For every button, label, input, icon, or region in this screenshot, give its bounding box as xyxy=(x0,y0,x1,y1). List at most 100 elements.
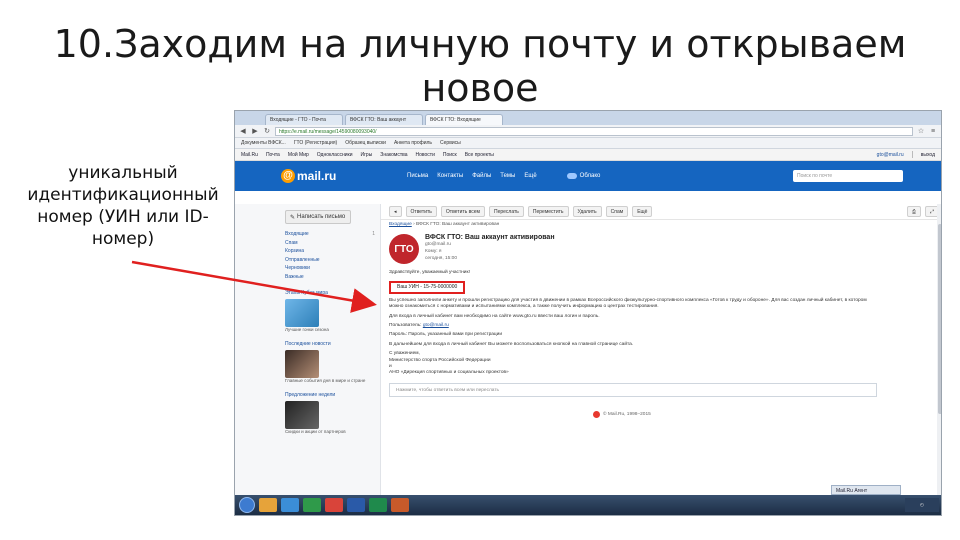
browser-tab[interactable]: ВФСК ГТО: Ваш аккаунт xyxy=(345,114,423,125)
bookmark-item[interactable]: Образец выписки xyxy=(345,140,386,146)
mail-search-input[interactable]: Поиск по почте xyxy=(793,170,903,182)
portal-item[interactable]: Mail.Ru xyxy=(241,152,258,158)
nav-files[interactable]: Файлы xyxy=(472,173,491,179)
reload-icon[interactable]: ↻ xyxy=(263,127,271,135)
folder-drafts[interactable]: Черновики xyxy=(285,264,375,273)
greeting: Здравствуйте, уважаемый участник! xyxy=(389,270,470,275)
reply-all-button[interactable]: Ответить всем xyxy=(440,206,485,217)
mail-brand: mail.ru xyxy=(297,169,337,183)
portal-item[interactable]: Знакомства xyxy=(380,152,407,158)
breadcrumb-inbox-link[interactable]: Входящие xyxy=(389,222,412,227)
browser-tab[interactable]: Входящие - ГТО - Почта xyxy=(265,114,343,125)
bookmark-item[interactable]: Сервисы xyxy=(440,140,461,146)
promo-title: Последние новости xyxy=(285,340,331,347)
promo-block[interactable]: Последние новости Главные события дня в … xyxy=(285,341,375,384)
forward-button[interactable]: Переслать xyxy=(488,206,524,217)
promo-image xyxy=(285,349,319,378)
promo-text: Главные события дня в мире и стране xyxy=(285,377,366,383)
mail-nav: Письма Контакты Файлы Темы Ещё xyxy=(407,173,537,179)
promo-block[interactable]: Предложение недели Скидки и акции от пар… xyxy=(285,392,375,435)
folder-label: Отправленные xyxy=(285,256,320,263)
cloud-link[interactable]: Облако xyxy=(566,173,601,179)
word-icon[interactable] xyxy=(347,498,365,512)
sender-avatar: ГТО xyxy=(389,234,419,264)
promo-image xyxy=(285,298,319,327)
password-line: Пароль: Пароль, указанный вами при регис… xyxy=(389,332,503,338)
breadcrumb: Входящие › ВФСК ГТО: Ваш аккаунт активир… xyxy=(381,220,941,230)
more-button[interactable]: Ещё xyxy=(632,206,653,217)
exit-link[interactable]: выход xyxy=(921,152,935,158)
uin-highlight: Ваш УИН - 15-75-0000000 xyxy=(389,281,466,294)
login-link[interactable]: gto@mail.ru xyxy=(423,323,449,328)
chrome-icon[interactable] xyxy=(325,498,343,512)
star-icon[interactable]: ☆ xyxy=(917,127,925,135)
compose-button[interactable]: ✎ Написать письмо xyxy=(285,210,351,224)
browser-tab-bar: Входящие - ГТО - Почта ВФСК ГТО: Ваш акк… xyxy=(235,111,941,125)
spam-button[interactable]: Спам xyxy=(605,206,629,217)
promo-title: Предложение недели xyxy=(285,391,336,398)
footer-copyright: © Mail.Ru, 1998–2015 xyxy=(603,411,651,417)
back-to-list-button[interactable]: ◂ xyxy=(389,206,402,217)
back-icon[interactable]: ◀ xyxy=(239,127,247,135)
cloud-label: Облако xyxy=(579,173,601,179)
portal-item[interactable]: Все проекты xyxy=(465,152,494,158)
scrollbar-thumb[interactable] xyxy=(938,224,941,414)
browser-tab-active[interactable]: ВФСК ГТО: Входящие xyxy=(425,114,503,125)
nav-contacts[interactable]: Контакты xyxy=(437,173,463,179)
user-email-link[interactable]: gto@mail.ru xyxy=(877,152,904,158)
slide-title-line1: 10.Заходим на личную почту и открываем н… xyxy=(53,22,907,110)
quick-reply-input[interactable]: Нажмите, чтобы ответить всем или пересла… xyxy=(389,382,877,397)
portal-item[interactable]: Одноклассники xyxy=(317,152,353,158)
folder-count: 1 xyxy=(372,231,375,237)
portal-item[interactable]: Новости xyxy=(416,152,435,158)
print-icon[interactable]: ⎙ xyxy=(906,206,921,217)
cloud-icon xyxy=(566,173,577,179)
promo-title: Этапы Кубка мира xyxy=(285,289,328,296)
folder-label: Входящие xyxy=(285,231,309,237)
portal-bar: Mail.Ru Почта Мой Мир Одноклассники Игры… xyxy=(235,149,941,161)
portal-item[interactable]: Почта xyxy=(266,152,280,158)
move-button[interactable]: Переместить xyxy=(527,206,569,217)
start-button[interactable] xyxy=(239,497,255,513)
mail-sidebar: ✎ Написать письмо Входящие 1 Спам Корзина… xyxy=(235,204,381,515)
folder-inbox[interactable]: Входящие 1 xyxy=(285,230,375,239)
portal-item[interactable]: Игры xyxy=(361,152,373,158)
excel-icon[interactable] xyxy=(369,498,387,512)
nav-more[interactable]: Ещё xyxy=(524,173,536,179)
explorer-icon[interactable] xyxy=(259,498,277,512)
portal-item[interactable]: Мой Мир xyxy=(288,152,309,158)
promo-block[interactable]: Этапы Кубка мира Лучшие гонки сезона xyxy=(285,290,375,333)
delete-button[interactable]: Удалить xyxy=(572,206,602,217)
mail-logo[interactable]: @ mail.ru xyxy=(281,166,347,186)
bookmark-item[interactable]: Документы ВФСК... xyxy=(241,140,286,146)
folder-label: Корзина xyxy=(285,248,305,255)
bookmark-item[interactable]: ГТО (Регистрация) xyxy=(294,140,337,146)
divider xyxy=(911,151,913,158)
folder-label: Черновики xyxy=(285,265,310,272)
scrollbar[interactable] xyxy=(937,204,941,515)
reply-button[interactable]: Ответить xyxy=(405,206,437,217)
system-tray[interactable]: ◴ xyxy=(905,498,939,512)
portal-item[interactable]: Поиск xyxy=(443,152,457,158)
nav-letters[interactable]: Письма xyxy=(407,173,428,179)
message-body: Здравствуйте, уважаемый участник! Ваш УИ… xyxy=(381,268,877,377)
media-icon[interactable] xyxy=(303,498,321,512)
ie-icon[interactable] xyxy=(281,498,299,512)
sender-address[interactable]: gto@mail.ru xyxy=(425,241,555,248)
address-bar: ◀ ▶ ↻ https://e.mail.ru/message/14590080… xyxy=(235,125,941,138)
nav-themes[interactable]: Темы xyxy=(500,173,515,179)
menu-icon[interactable]: ≡ xyxy=(929,128,937,135)
bookmark-item[interactable]: Анкета профиль xyxy=(394,140,432,146)
message-toolbar: ◂ Ответить Ответить всем Переслать Перем… xyxy=(381,204,941,220)
powerpoint-icon[interactable] xyxy=(391,498,409,512)
folder-trash[interactable]: Корзина xyxy=(285,247,375,256)
breadcrumb-current: › ВФСК ГТО: Ваш аккаунт активирован xyxy=(413,222,500,227)
url-field[interactable]: https://e.mail.ru/message/14590080093040… xyxy=(275,126,913,136)
forward-icon[interactable]: ▶ xyxy=(251,127,259,135)
folder-label: Важные xyxy=(285,273,304,280)
folder-sent[interactable]: Отправленные xyxy=(285,256,375,265)
folder-spam[interactable]: Спам xyxy=(285,239,375,248)
folder-important[interactable]: Важные xyxy=(285,273,375,282)
agent-popup[interactable]: Mail.Ru Агент xyxy=(831,485,901,495)
login-line: Пользователь: gto@mail.ru xyxy=(389,323,869,329)
